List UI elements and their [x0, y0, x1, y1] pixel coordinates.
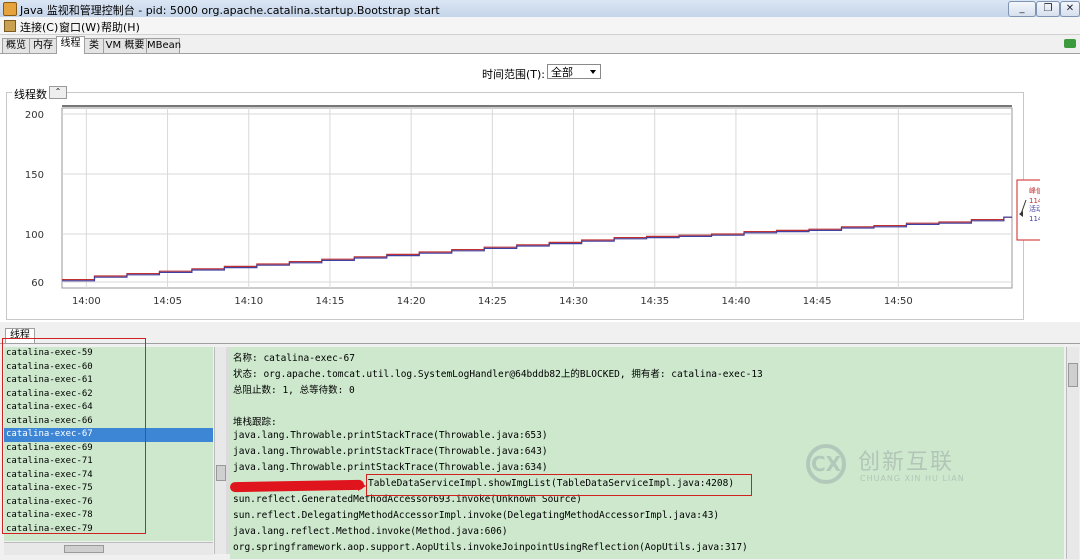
window-title: Java 监视和管理控制台 - pid: 5000 org.apache.cat…: [20, 4, 440, 17]
chevron-down-icon: [590, 70, 596, 74]
thread-list-item[interactable]: catalina-exec-69: [4, 442, 213, 456]
tab-overview[interactable]: 概览: [2, 38, 30, 53]
thread-list-hscrollbar[interactable]: [4, 542, 213, 555]
detail-vscrollbar[interactable]: [1066, 347, 1079, 559]
x-tick-label: 14:10: [234, 296, 263, 307]
menu-help[interactable]: 帮助(H): [101, 19, 140, 35]
thread-list-item[interactable]: catalina-exec-66: [4, 415, 213, 429]
threads-subtab[interactable]: 线程: [5, 328, 35, 343]
scroll-thumb[interactable]: [1068, 363, 1078, 387]
x-tick-label: 14:40: [722, 296, 751, 307]
menu-connect[interactable]: 连接(C): [20, 19, 58, 35]
legend-peak-value: 114: [1029, 197, 1040, 205]
watermark-text-en: CHUANG XIN HU LIAN: [860, 474, 965, 483]
y-tick-label: 150: [25, 170, 44, 181]
stack-frame: java.lang.Throwable.printStackTrace(Thro…: [233, 430, 548, 441]
stack-frame: java.lang.reflect.Method.invoke(Method.j…: [233, 526, 508, 537]
watermark-logo: CX 创新互联 CHUANG XIN HU LIAN: [806, 442, 986, 488]
thread-list-item[interactable]: catalina-exec-76: [4, 496, 213, 510]
scroll-thumb[interactable]: [64, 545, 104, 553]
thread-count-chart: 14:00 14:05 14:10 14:15 14:20 14:25 14:30 14:35…: [25, 105, 1040, 307]
time-range-label: 时间范围(T):: [482, 68, 546, 81]
stack-frame: sun.reflect.DelegatingMethodAccessorImpl…: [233, 510, 720, 521]
x-tick-label: 14:35: [640, 296, 669, 307]
legend-live-value: 114: [1029, 215, 1040, 223]
thread-name: 名称: catalina-exec-67: [233, 353, 355, 364]
thread-list[interactable]: catalina-exec-59 catalina-exec-60 catalina…: [4, 347, 213, 541]
tab-memory[interactable]: 内存: [29, 38, 57, 53]
collapse-button[interactable]: ⌃: [49, 86, 67, 99]
scroll-thumb[interactable]: [216, 465, 226, 481]
y-tick-label: 60: [31, 278, 44, 289]
stack-frame: org.springframework.aop.support.AopUtils…: [233, 542, 748, 553]
thread-list-item[interactable]: catalina-exec-79: [4, 523, 213, 537]
thread-list-item[interactable]: catalina-exec-62: [4, 388, 213, 402]
stack-trace-title: 堆栈跟踪:: [233, 417, 277, 428]
time-range-select[interactable]: 全部: [547, 64, 601, 79]
thread-state: 状态: org.apache.tomcat.util.log.SystemLog…: [233, 369, 763, 380]
tab-threads[interactable]: 线程: [56, 36, 85, 54]
title-bar: Java 监视和管理控制台 - pid: 5000 org.apache.cat…: [0, 0, 1080, 18]
x-tick-label: 14:20: [397, 296, 426, 307]
x-tick-label: 14:15: [316, 296, 345, 307]
tab-vm-summary[interactable]: VM 概要: [103, 38, 147, 53]
stack-frame: java.lang.Throwable.printStackTrace(Thro…: [233, 462, 548, 473]
x-tick-label: 14:50: [884, 296, 913, 307]
minimize-button[interactable]: _: [1008, 1, 1036, 17]
tab-mbean[interactable]: MBean: [146, 38, 181, 53]
thread-list-item[interactable]: catalina-exec-61: [4, 374, 213, 388]
app-menu-icon[interactable]: [4, 20, 16, 32]
legend-live-label: 活动线程: [1029, 204, 1040, 213]
java-app-icon: [3, 2, 17, 16]
x-tick-label: 14:00: [72, 296, 101, 307]
time-range-value: 全部: [551, 66, 573, 79]
legend-peak-label: 峰值: [1029, 186, 1040, 195]
thread-list-item[interactable]: catalina-exec-64: [4, 401, 213, 415]
stack-frame-highlighted: TableDataServiceImpl.showImgList(TableDa…: [368, 478, 735, 489]
watermark-text-cn: 创新互联: [858, 450, 955, 475]
close-button[interactable]: ✕: [1060, 1, 1080, 17]
y-tick-label: 200: [25, 110, 44, 121]
thread-list-item[interactable]: catalina-exec-59: [4, 347, 213, 361]
tab-classes[interactable]: 类: [84, 38, 104, 53]
stack-frame: sun.reflect.GeneratedMethodAccessor693.i…: [233, 494, 582, 505]
plot-area: [61, 107, 1013, 289]
thread-list-item[interactable]: catalina-exec-67: [4, 428, 213, 442]
x-tick-label: 14:25: [478, 296, 507, 307]
thread-list-item[interactable]: catalina-exec-60: [4, 361, 213, 375]
menu-bar: 连接(C) 窗口(W) 帮助(H): [0, 17, 1080, 35]
x-tick-label: 14:30: [559, 296, 588, 307]
annotation-arrow: [358, 481, 366, 491]
x-tick-label: 14:45: [803, 296, 832, 307]
x-tick-label: 14:05: [153, 296, 182, 307]
y-tick-label: 100: [25, 230, 44, 241]
stack-frame: java.lang.Throwable.printStackTrace(Thro…: [233, 446, 548, 457]
menu-window[interactable]: 窗口(W): [59, 19, 100, 35]
restore-button[interactable]: ❐: [1036, 1, 1060, 17]
thread-list-item[interactable]: catalina-exec-78: [4, 509, 213, 523]
connection-status-icon: [1064, 39, 1076, 48]
logo-mark: CX: [806, 444, 846, 484]
thread-counts: 总阻止数: 1, 总等待数: 0: [233, 385, 355, 396]
thread-list-item[interactable]: catalina-exec-74: [4, 469, 213, 483]
thread-list-item[interactable]: catalina-exec-75: [4, 482, 213, 496]
main-tabs: 概览 内存 线程 类 VM 概要 MBean: [0, 36, 1080, 54]
thread-list-item[interactable]: catalina-exec-71: [4, 455, 213, 469]
